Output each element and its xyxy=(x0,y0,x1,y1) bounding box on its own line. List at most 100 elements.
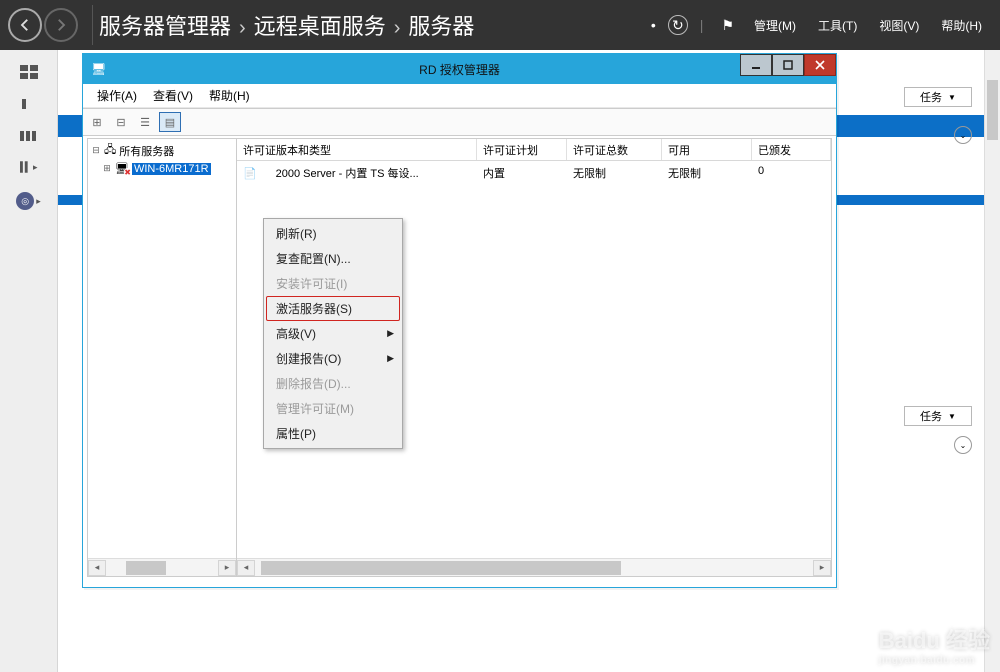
ctx-install-license: 安装许可证(I) xyxy=(266,271,400,296)
nav-back-button[interactable] xyxy=(8,8,42,42)
all-servers-icon[interactable] xyxy=(20,128,38,142)
list-header: 许可证版本和类型 许可证计划 许可证总数 可用 已颁发 xyxy=(237,139,831,161)
servers-icon: 🖧 xyxy=(104,141,116,160)
server-error-icon: 🖥✖ xyxy=(115,162,129,175)
menu-manage[interactable]: 管理(M) xyxy=(746,13,804,38)
cell-type: 📄 Wi 2000 Server - 内置 TS 每设... xyxy=(237,163,477,183)
header-actions: • ↻ | ⚑ 管理(M) 工具(T) 视图(V) 帮助(H) xyxy=(645,13,990,38)
scroll-right-icon[interactable]: ▸ xyxy=(813,560,831,576)
col-avail[interactable]: 可用 xyxy=(662,139,752,160)
ctx-advanced[interactable]: 高级(V)▶ xyxy=(266,321,400,346)
breadcrumb: 服务器管理器 › 远程桌面服务 › 服务器 xyxy=(99,9,474,41)
tree-server-item[interactable]: ⊞ 🖥✖ WIN-6MR171R xyxy=(88,161,236,176)
list-tool-icon[interactable]: ☰ xyxy=(135,112,155,132)
col-issued[interactable]: 已颁发 xyxy=(752,139,831,160)
scrollbar-thumb[interactable] xyxy=(261,561,621,575)
ctx-create-report[interactable]: 创建报告(O)▶ xyxy=(266,346,400,371)
tree-pane: ⊟ 🖧 所有服务器 ⊞ 🖥✖ WIN-6MR171R ◂ ▸ xyxy=(87,138,237,577)
ctx-manage-license: 管理许可证(M) xyxy=(266,396,400,421)
tasks-dropdown[interactable]: 任务▼ xyxy=(904,406,972,426)
cert-icon: 📄 xyxy=(243,168,257,180)
breadcrumb-level3[interactable]: 服务器 xyxy=(408,9,474,41)
divider: | xyxy=(694,13,710,37)
chevron-down-icon: ▼ xyxy=(948,93,956,102)
close-button[interactable] xyxy=(804,54,836,76)
collapse-icon[interactable]: ⊟ xyxy=(91,145,101,156)
ctx-activate-server[interactable]: 激活服务器(S) xyxy=(266,296,400,321)
tasks-dropdown[interactable]: 任务▼ xyxy=(904,87,972,107)
expand-icon[interactable]: ⊞ xyxy=(102,163,112,174)
watermark-cat: 经验 xyxy=(946,628,990,653)
rds-icon[interactable]: ◎▸ xyxy=(16,192,41,210)
nav-buttons xyxy=(0,8,86,42)
menu-help[interactable]: 帮助(H) xyxy=(201,84,258,107)
window-toolbar: ⊞ ⊟ ☰ ▤ xyxy=(83,108,836,136)
cell-issued: 0 xyxy=(752,163,831,183)
submenu-arrow-icon: ▶ xyxy=(387,328,394,339)
divider xyxy=(92,5,93,45)
window-title: RD 授权管理器 xyxy=(83,61,836,78)
window-body: ⊟ 🖧 所有服务器 ⊞ 🖥✖ WIN-6MR171R ◂ ▸ xyxy=(87,138,832,577)
tree-server-label: WIN-6MR171R xyxy=(132,163,211,175)
cell-total: 无限制 xyxy=(567,163,662,183)
breadcrumb-root[interactable]: 服务器管理器 xyxy=(99,9,231,41)
collapse-button[interactable]: ⌄ xyxy=(954,126,972,144)
watermark-url: jingyan.baidu.com xyxy=(879,655,990,666)
scrollbar-thumb[interactable] xyxy=(987,80,998,140)
window-titlebar[interactable]: 🖥 RD 授权管理器 xyxy=(83,54,836,84)
col-total[interactable]: 许可证总数 xyxy=(567,139,662,160)
list-row[interactable]: 📄 Wi 2000 Server - 内置 TS 每设... 内置 无限制 无限… xyxy=(237,161,831,185)
content: ▸ ◎▸ 任务▼ ⌄ 任务▼ ⌄ 🖥 RD 授权管理器 xyxy=(0,50,1000,672)
chevron-down-icon: ⌄ xyxy=(960,441,967,450)
dashboard-icon[interactable] xyxy=(20,64,38,78)
maximize-button[interactable] xyxy=(772,54,804,76)
scroll-left-icon[interactable]: ◂ xyxy=(237,560,255,576)
ctx-review-config[interactable]: 复查配置(N)... xyxy=(266,246,400,271)
tree-tool-icon[interactable]: ⊟ xyxy=(111,112,131,132)
col-type[interactable]: 许可证版本和类型 xyxy=(237,139,477,160)
tree-tool-icon[interactable]: ⊞ xyxy=(87,112,107,132)
context-menu: 刷新(R) 复查配置(N)... 安装许可证(I) 激活服务器(S) 高级(V)… xyxy=(263,218,403,449)
main-area: 任务▼ ⌄ 任务▼ ⌄ 🖥 RD 授权管理器 操作(A) 查看(V) xyxy=(58,50,1000,672)
ctx-delete-report: 删除报告(D)... xyxy=(266,371,400,396)
nav-forward-button[interactable] xyxy=(44,8,78,42)
list-hscroll[interactable]: ◂ ▸ xyxy=(237,558,831,576)
menu-view[interactable]: 查看(V) xyxy=(145,84,201,107)
tree-hscroll[interactable]: ◂ ▸ xyxy=(88,558,236,576)
watermark: Baidu 经验 jingyan.baidu.com xyxy=(879,623,990,666)
menu-view[interactable]: 视图(V) xyxy=(871,13,927,38)
local-server-icon[interactable] xyxy=(20,96,38,110)
ctx-properties[interactable]: 属性(P) xyxy=(266,421,400,446)
scrollbar-thumb[interactable] xyxy=(126,561,166,575)
chevron-down-icon: ▼ xyxy=(948,412,956,421)
menu-tools[interactable]: 工具(T) xyxy=(810,13,865,38)
tree-root[interactable]: ⊟ 🖧 所有服务器 xyxy=(88,140,236,161)
menu-help[interactable]: 帮助(H) xyxy=(933,13,990,38)
details-view-icon[interactable]: ▤ xyxy=(159,112,181,132)
menu-action[interactable]: 操作(A) xyxy=(89,84,145,107)
refresh-icon[interactable]: ↻ xyxy=(668,15,688,35)
header-bar: 服务器管理器 › 远程桌面服务 › 服务器 • ↻ | ⚑ 管理(M) 工具(T… xyxy=(0,0,1000,50)
tree-root-label: 所有服务器 xyxy=(119,143,174,159)
left-nav-strip: ▸ ◎▸ xyxy=(0,50,58,672)
scroll-right-icon[interactable]: ▸ xyxy=(218,560,236,576)
ctx-refresh[interactable]: 刷新(R) xyxy=(266,221,400,246)
app-icon: 🖥 xyxy=(91,62,106,76)
submenu-arrow-icon: ▶ xyxy=(387,353,394,364)
scroll-left-icon[interactable]: ◂ xyxy=(88,560,106,576)
file-services-icon[interactable]: ▸ xyxy=(20,160,38,174)
breadcrumb-level2[interactable]: 远程桌面服务 xyxy=(254,9,386,41)
collapse-button[interactable]: ⌄ xyxy=(954,436,972,454)
watermark-brand: Baidu xyxy=(879,628,940,653)
cell-avail: 无限制 xyxy=(662,163,752,183)
cell-plan: 内置 xyxy=(477,163,567,183)
minimize-button[interactable] xyxy=(740,54,772,76)
col-plan[interactable]: 许可证计划 xyxy=(477,139,567,160)
chevron-right-icon: › xyxy=(239,17,246,40)
chevron-right-icon: › xyxy=(394,17,401,40)
vertical-scrollbar[interactable] xyxy=(984,50,1000,672)
bullet-icon: • xyxy=(645,13,662,37)
window-controls xyxy=(740,54,836,76)
flag-icon[interactable]: ⚑ xyxy=(715,13,740,38)
rds-circle-icon: ◎ xyxy=(16,192,34,210)
